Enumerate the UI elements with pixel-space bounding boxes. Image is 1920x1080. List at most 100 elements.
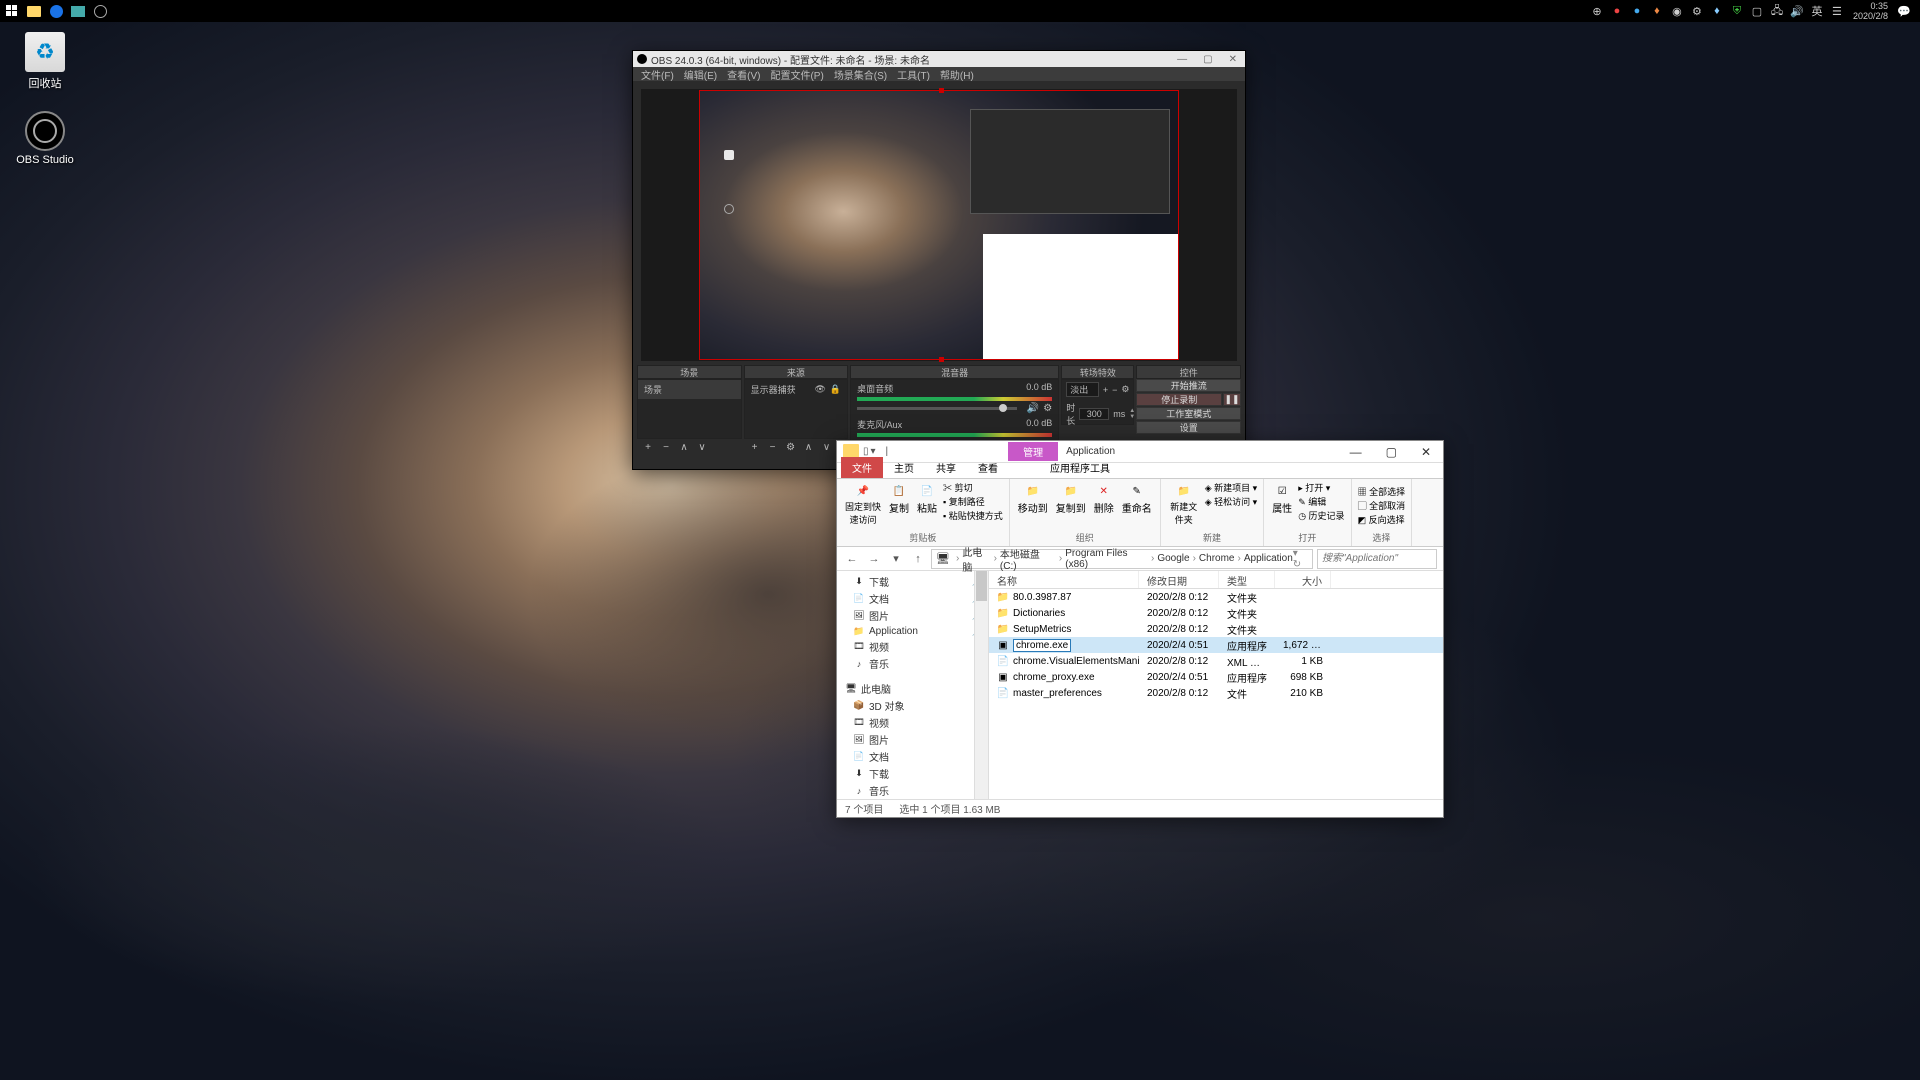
edit-button[interactable]: ✎ 编辑 (1298, 495, 1344, 508)
tray-icon[interactable]: ☰ (1829, 3, 1845, 19)
task-explorer-icon[interactable] (24, 2, 44, 20)
transition-select[interactable]: 淡出 (1066, 382, 1099, 397)
forward-button[interactable]: → (865, 550, 883, 568)
tray-icon[interactable]: ♦ (1709, 3, 1725, 19)
paste-button[interactable]: 📄粘贴 (915, 481, 939, 528)
transition-duration-input[interactable] (1079, 408, 1109, 420)
tree-item-3d[interactable]: 📦3D 对象 (837, 697, 988, 714)
move-to-button[interactable]: 📁移动到 (1016, 481, 1050, 517)
menu-edit[interactable]: 编辑(E) (684, 67, 717, 82)
gear-icon[interactable]: ⚙ (1043, 403, 1052, 414)
tree-scrollbar[interactable] (974, 571, 988, 799)
file-row[interactable]: 📄master_preferences2020/2/8 0:12文件210 KB (989, 685, 1443, 701)
desktop-recycle-bin[interactable]: 回收站 (10, 32, 80, 91)
visibility-icon[interactable]: 👁 (814, 384, 825, 395)
scene-down-button[interactable]: ∨ (695, 441, 709, 453)
tray-shield-icon[interactable]: ⛨ (1729, 3, 1745, 19)
new-item-button[interactable]: ◈ 新建项目 ▾ (1205, 481, 1257, 494)
up-button[interactable]: ↑ (909, 550, 927, 568)
tray-notifications-icon[interactable]: 💬 (1896, 3, 1912, 19)
tree-item-application[interactable]: 📁Application📌 (837, 624, 988, 638)
tray-icon[interactable]: ● (1609, 3, 1625, 19)
file-row[interactable]: 📄chrome.VisualElementsManifest.xml2020/2… (989, 653, 1443, 669)
tray-ime-icon[interactable]: 英 (1809, 3, 1825, 19)
tab-app-tools[interactable]: 应用程序工具 (1039, 457, 1121, 478)
tree-item-pictures2[interactable]: 🖼图片 (837, 731, 988, 748)
copy-path-button[interactable]: ▪ 复制路径 (943, 495, 1003, 508)
tray-volume-icon[interactable]: 🔊 (1789, 3, 1805, 19)
qat-button[interactable]: ▯ (863, 446, 869, 457)
tray-icon[interactable]: ▢ (1749, 3, 1765, 19)
select-none-button[interactable]: ▢ 全部取消 (1358, 499, 1406, 512)
address-bar[interactable]: 🖥 › 此电脑› 本地磁盘 (C:)› Program Files (x86)›… (931, 549, 1313, 569)
search-input[interactable] (1317, 549, 1437, 569)
close-button[interactable]: ✕ (1411, 443, 1441, 461)
tree-item-documents[interactable]: 📄文档📌 (837, 590, 988, 607)
obs-preview-canvas[interactable] (699, 90, 1179, 360)
source-up-button[interactable]: ∧ (802, 441, 816, 453)
column-type[interactable]: 类型 (1219, 571, 1275, 588)
source-down-button[interactable]: ∨ (820, 441, 834, 453)
tray-icon[interactable]: ♦ (1649, 3, 1665, 19)
tray-network-icon[interactable]: 🖧 (1769, 3, 1785, 19)
tree-item-pictures[interactable]: 🖼图片📌 (837, 607, 988, 624)
tray-steam-icon[interactable]: ◉ (1669, 3, 1685, 19)
delete-button[interactable]: ✕删除 (1092, 481, 1116, 517)
tree-item-this-pc[interactable]: 🖥此电脑 (837, 680, 988, 697)
file-row[interactable]: 📁SetupMetrics2020/2/8 0:12文件夹 (989, 621, 1443, 637)
remove-scene-button[interactable]: − (659, 441, 673, 453)
minimize-button[interactable]: — (1173, 54, 1191, 65)
scenes-panel-header[interactable]: 场景 (637, 365, 742, 379)
menu-tools[interactable]: 工具(T) (897, 67, 930, 82)
tree-item-music[interactable]: ♪音乐 (837, 655, 988, 672)
cut-button[interactable]: ✂ 剪切 (943, 481, 1003, 494)
pause-recording-button[interactable]: ❚❚ (1223, 393, 1241, 406)
settings-button[interactable]: 设置 (1136, 421, 1241, 434)
task-obs-icon[interactable] (90, 2, 110, 20)
tree-item-videos[interactable]: 🎞视频 (837, 638, 988, 655)
studio-mode-button[interactable]: 工作室模式 (1136, 407, 1241, 420)
task-app-icon[interactable] (68, 2, 88, 20)
scene-item[interactable]: 场景 (638, 380, 741, 399)
navigation-tree[interactable]: ⬇下载📌 📄文档📌 🖼图片📌 📁Application📌 🎞视频 ♪音乐 🖥此电… (837, 571, 989, 799)
volume-slider[interactable] (857, 407, 1017, 410)
close-button[interactable]: ✕ (1225, 54, 1241, 65)
column-date[interactable]: 修改日期 (1139, 571, 1219, 588)
rename-button[interactable]: ✎重命名 (1120, 481, 1154, 517)
tab-home[interactable]: 主页 (883, 457, 925, 478)
history-dropdown[interactable]: ▾ (887, 550, 905, 568)
desktop-obs-studio[interactable]: OBS Studio (10, 111, 80, 166)
file-row[interactable]: ▣chrome.exe2020/2/4 0:51应用程序1,672 KB (989, 637, 1443, 653)
remove-transition-button[interactable]: − (1112, 385, 1117, 395)
scene-up-button[interactable]: ∧ (677, 441, 691, 453)
tab-share[interactable]: 共享 (925, 457, 967, 478)
tree-item-videos2[interactable]: 🎞视频 (837, 714, 988, 731)
menu-help[interactable]: 帮助(H) (940, 67, 974, 82)
maximize-button[interactable]: ▢ (1376, 443, 1407, 461)
tray-icon[interactable]: ⚙ (1689, 3, 1705, 19)
column-name[interactable]: 名称 (989, 571, 1139, 588)
tree-item-downloads[interactable]: ⬇下载📌 (837, 573, 988, 590)
qat-button[interactable]: ▾ (871, 446, 876, 457)
properties-button[interactable]: ☑属性 (1270, 481, 1294, 522)
copy-button[interactable]: 📋复制 (887, 481, 911, 528)
tray-icon[interactable]: ● (1629, 3, 1645, 19)
source-settings-button[interactable]: ⚙ (784, 441, 798, 453)
lock-icon[interactable]: 🔒 (830, 384, 841, 395)
file-row[interactable]: 📁80.0.3987.872020/2/8 0:12文件夹 (989, 589, 1443, 605)
sources-panel-header[interactable]: 来源 (744, 365, 849, 379)
menu-scene-collection[interactable]: 场景集合(S) (834, 67, 887, 82)
add-scene-button[interactable]: + (641, 441, 655, 453)
invert-selection-button[interactable]: ◩ 反向选择 (1358, 513, 1406, 526)
tree-item-downloads2[interactable]: ⬇下载 (837, 765, 988, 782)
copy-to-button[interactable]: 📁复制到 (1054, 481, 1088, 517)
tab-view[interactable]: 查看 (967, 457, 1009, 478)
history-button[interactable]: ◷ 历史记录 (1298, 509, 1344, 522)
tree-item-documents2[interactable]: 📄文档 (837, 748, 988, 765)
file-row[interactable]: 📁Dictionaries2020/2/8 0:12文件夹 (989, 605, 1443, 621)
mute-icon[interactable]: 🔊 (1027, 403, 1039, 414)
start-streaming-button[interactable]: 开始推流 (1136, 379, 1241, 392)
mixer-panel-header[interactable]: 混音器 (850, 365, 1059, 379)
tray-icon[interactable]: ⊕ (1589, 3, 1605, 19)
menu-profile[interactable]: 配置文件(P) (770, 67, 823, 82)
